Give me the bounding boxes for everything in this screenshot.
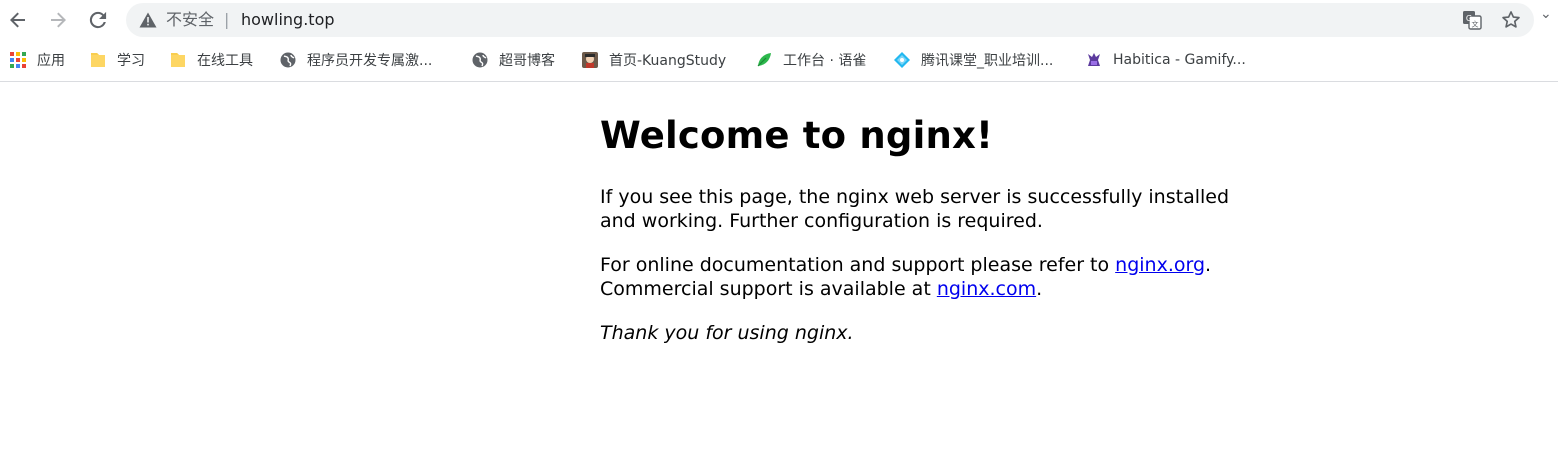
forward-arrow-icon[interactable] — [46, 8, 70, 32]
tencent-classroom-icon — [894, 52, 910, 68]
bookmark-label: 腾讯课堂_职业培训... — [921, 53, 1054, 69]
page-title: Welcome to nginx! — [600, 114, 994, 157]
folder-icon — [170, 52, 186, 68]
bookmarks-bar: 应用 学习 在线工具 程序员开发专属激... 超哥博客 首页-KuangStud… — [0, 40, 1558, 82]
bookmark-study-folder[interactable]: 学习 — [90, 49, 145, 71]
bookmark-chaoge-blog[interactable]: 超哥博客 — [472, 49, 555, 71]
url-text[interactable]: howling.top — [241, 9, 335, 31]
nginx-org-link[interactable]: nginx.org — [1115, 254, 1205, 276]
star-icon[interactable] — [1500, 9, 1522, 31]
translate-icon[interactable]: G 文 — [1462, 10, 1482, 30]
bookmark-label: 在线工具 — [197, 53, 253, 69]
apps-grid-icon — [10, 52, 26, 68]
commercial-period: . — [1036, 278, 1043, 300]
folder-icon — [90, 52, 106, 68]
commercial-text: Commercial support is available at — [600, 278, 937, 300]
avatar-favicon-icon — [582, 52, 598, 68]
bookmark-yuque-workbench[interactable]: 工作台 · 语雀 — [756, 49, 866, 71]
documentation-paragraph: For online documentation and support ple… — [600, 253, 1240, 301]
habitica-icon — [1086, 52, 1102, 68]
bookmark-label: 应用 — [37, 53, 65, 69]
nginx-com-link[interactable]: nginx.com — [937, 278, 1036, 300]
svg-text:文: 文 — [1472, 20, 1479, 29]
back-arrow-icon[interactable] — [6, 8, 30, 32]
omnibox-separator: | — [224, 10, 230, 29]
toolbar-overflow-edge: ⌄ — [1540, 6, 1552, 22]
security-status-label[interactable]: 不安全 — [166, 9, 214, 31]
bookmark-label: 学习 — [117, 53, 145, 69]
bookmark-developer-activation[interactable]: 程序员开发专属激... — [280, 49, 432, 71]
bookmark-label: 工作台 · 语雀 — [783, 53, 867, 69]
bookmark-label: Habitica - Gamify... — [1113, 52, 1246, 68]
bookmark-label: 程序员开发专属激... — [307, 53, 433, 69]
bookmark-label: 超哥博客 — [499, 53, 555, 69]
doc-text: For online documentation and support ple… — [600, 254, 1116, 276]
bookmark-label: 首页-KuangStudy — [609, 53, 727, 69]
thank-you-text: Thank you for using nginx. — [600, 322, 854, 344]
nginx-welcome-page: Welcome to nginx! If you see this page, … — [600, 82, 1240, 345]
yuque-leaf-icon — [756, 52, 772, 68]
doc-period: . — [1205, 254, 1212, 276]
browser-toolbar: 不安全 | howling.top G 文 ⌄ — [0, 0, 1558, 40]
address-bar[interactable]: 不安全 | howling.top G 文 — [126, 3, 1534, 37]
globe-icon — [472, 52, 488, 68]
bookmark-online-tools-folder[interactable]: 在线工具 — [170, 49, 253, 71]
bookmark-apps[interactable]: 应用 — [10, 49, 65, 71]
bookmark-tencent-classroom[interactable]: 腾讯课堂_职业培训... — [894, 49, 1053, 71]
bookmark-habitica[interactable]: Habitica - Gamify... — [1086, 49, 1246, 71]
install-success-paragraph: If you see this page, the nginx web serv… — [600, 186, 1230, 232]
reload-icon[interactable] — [86, 8, 110, 32]
bookmark-kuangstudy[interactable]: 首页-KuangStudy — [582, 49, 726, 71]
warning-triangle-icon[interactable] — [139, 12, 157, 28]
globe-icon — [280, 52, 296, 68]
